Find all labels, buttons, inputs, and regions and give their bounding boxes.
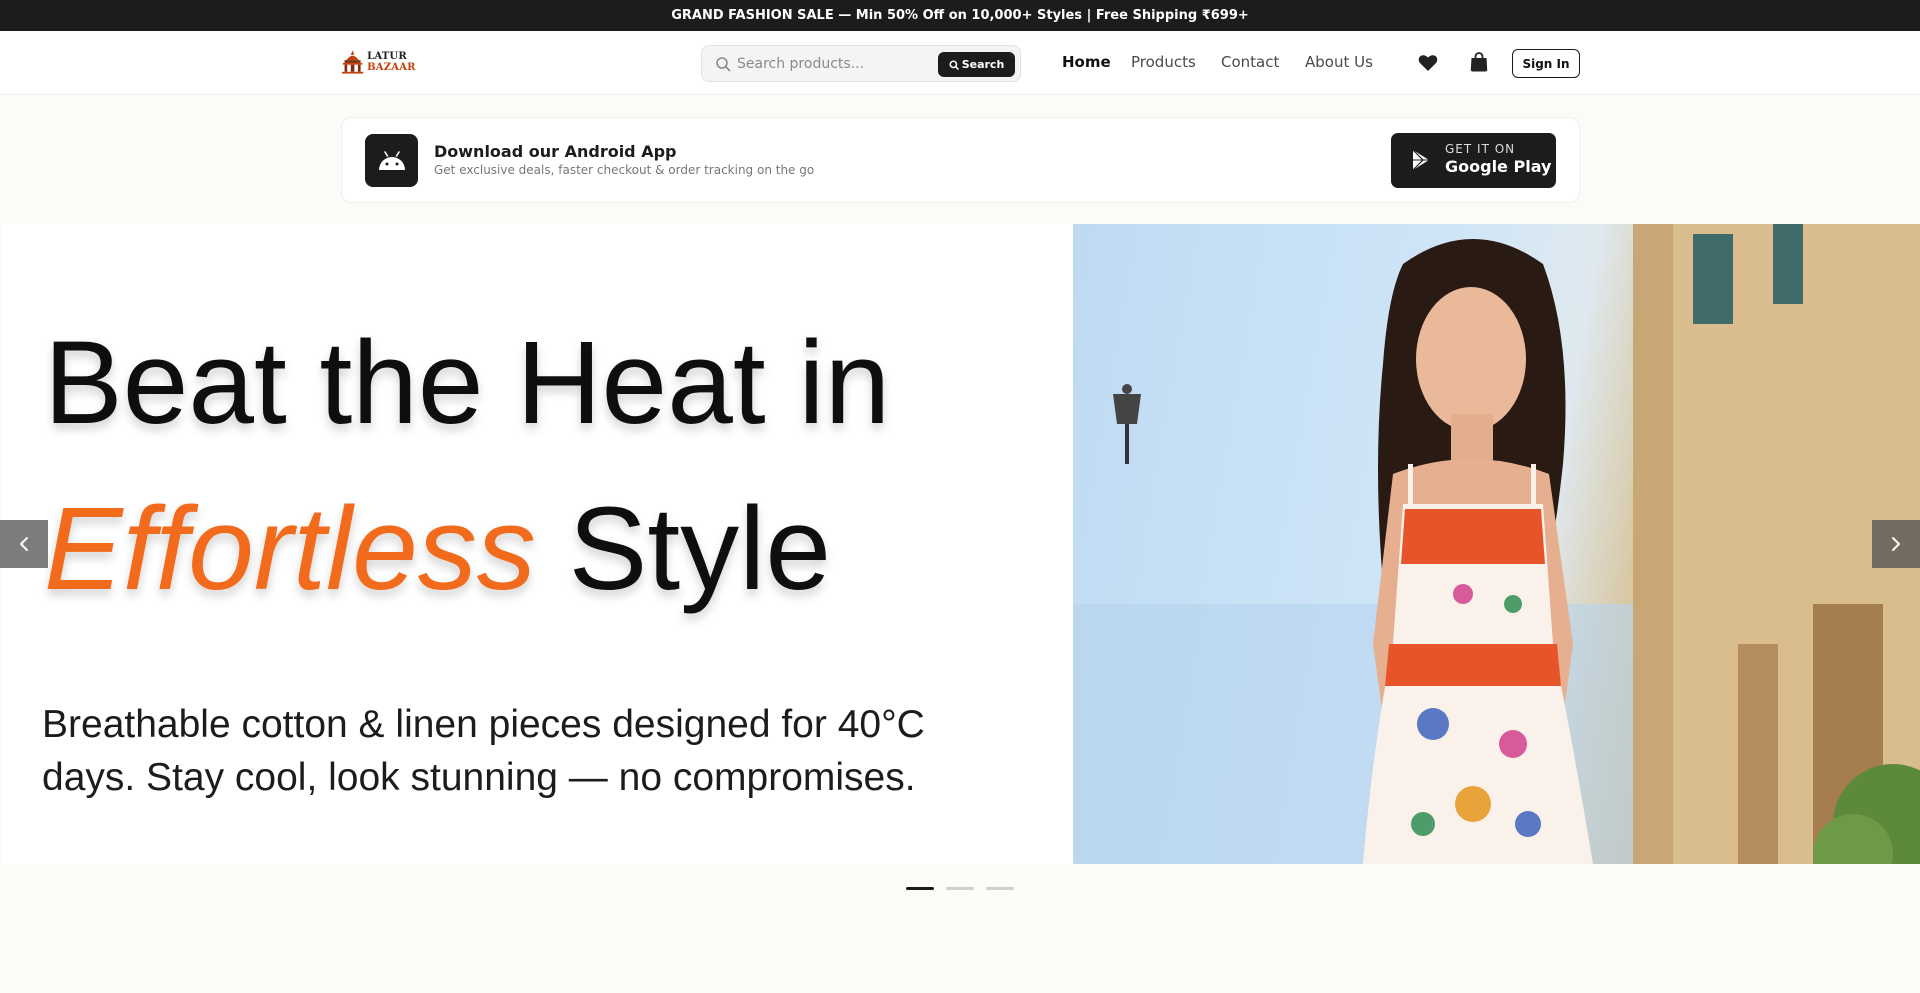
- app-banner-subtitle: Get exclusive deals, faster checkout & o…: [434, 163, 815, 177]
- app-banner-title: Download our Android App: [434, 142, 677, 161]
- hero-image: [1073, 224, 1920, 864]
- nav-about-us[interactable]: About Us: [1305, 53, 1373, 71]
- logo-text: LATUR BAZAAR: [367, 51, 449, 73]
- logo-text-bazaar: BAZAAR: [367, 62, 416, 73]
- hero-headline-rest: Style: [568, 483, 831, 615]
- google-play-small-text: GET IT ON: [1445, 142, 1516, 156]
- android-icon: [378, 150, 405, 170]
- cart-button[interactable]: [1467, 50, 1491, 74]
- hero-headline-accent: Effortless: [44, 483, 536, 615]
- search-icon: [716, 57, 731, 72]
- nav-home[interactable]: Home: [1062, 53, 1111, 71]
- search-button-label: Search: [961, 58, 1005, 71]
- nav-products[interactable]: Products: [1131, 53, 1196, 71]
- search-input[interactable]: [737, 52, 927, 76]
- chevron-left-icon: [20, 537, 28, 551]
- site-header: LATUR BAZAAR Search Home Products Contac…: [0, 31, 1920, 95]
- logo-text-latur: LATUR: [367, 51, 407, 62]
- wishlist-button[interactable]: [1416, 51, 1440, 75]
- search-button[interactable]: Search: [938, 52, 1015, 77]
- app-icon: [365, 134, 418, 187]
- hero-description: Breathable cotton & linen pieces designe…: [42, 703, 925, 799]
- search-button-icon: [949, 60, 959, 70]
- chevron-right-icon: [1892, 537, 1900, 551]
- google-play-big-text: Google Play: [1445, 157, 1552, 176]
- logo-temple-icon: [341, 50, 364, 74]
- hero-headline-line1: Beat the Heat in: [44, 317, 891, 449]
- carousel-indicators: [906, 887, 1014, 890]
- carousel-prev-button[interactable]: [0, 520, 48, 568]
- nav-contact[interactable]: Contact: [1221, 53, 1279, 71]
- announcement-bar: GRAND FASHION SALE — Min 50% Off on 10,0…: [0, 0, 1920, 31]
- carousel-dot-2[interactable]: [946, 887, 974, 890]
- hero-headline-line2: Effortless Style: [44, 490, 831, 608]
- announcement-text: GRAND FASHION SALE — Min 50% Off on 10,0…: [671, 8, 1249, 23]
- carousel-next-button[interactable]: [1872, 520, 1920, 568]
- hero-carousel: Beat the Heat in Effortless Style Breath…: [0, 224, 1920, 864]
- shopping-bag-icon: [1470, 52, 1488, 72]
- hero-text-panel: Beat the Heat in Effortless Style Breath…: [2, 224, 1074, 864]
- hero-model-illustration: [1073, 224, 1920, 864]
- logo[interactable]: LATUR BAZAAR: [341, 47, 449, 77]
- sign-in-button[interactable]: Sign In: [1512, 49, 1580, 78]
- search-bar: Search: [701, 45, 1021, 82]
- carousel-dot-1[interactable]: [906, 887, 934, 890]
- heart-icon: [1418, 55, 1438, 71]
- app-download-banner: Download our Android App Get exclusive d…: [341, 117, 1580, 203]
- google-play-button[interactable]: GET IT ON Google Play: [1391, 133, 1556, 188]
- google-play-icon: [1412, 149, 1429, 171]
- carousel-dot-3[interactable]: [986, 887, 1014, 890]
